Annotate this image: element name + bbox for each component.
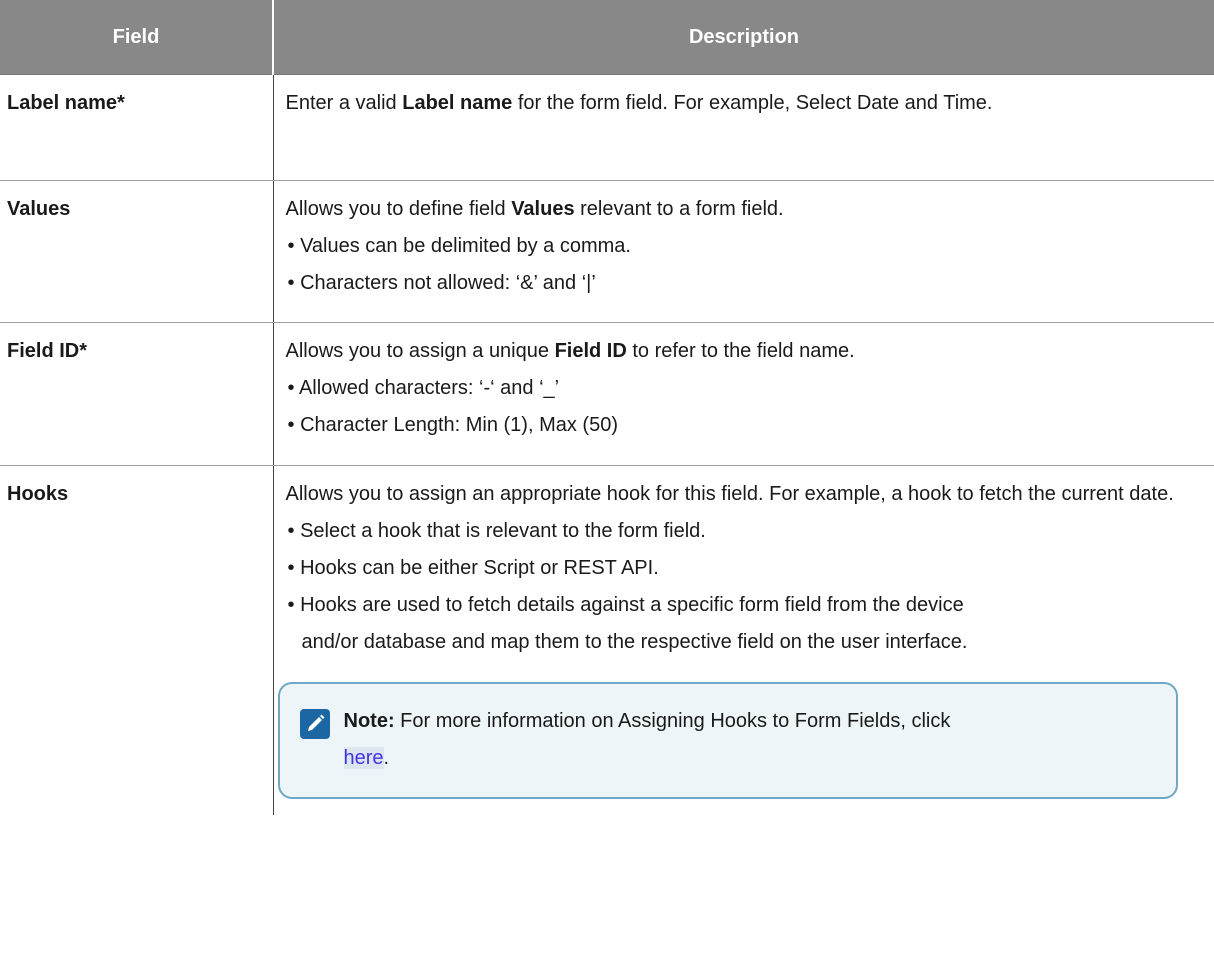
field-name: Hooks bbox=[0, 465, 274, 815]
note-box: Note: For more information on Assigning … bbox=[277, 682, 1178, 799]
header-row: Field Description bbox=[0, 0, 1214, 75]
table-row-hooks: Hooks Allows you to assign an appropriat… bbox=[0, 465, 1214, 816]
list-item: • Allowed characters: ‘-‘ and ‘_’ bbox=[287, 377, 560, 399]
description-intro: Allows you to assign a unique Field ID t… bbox=[285, 340, 855, 362]
pencil-note-icon bbox=[299, 709, 330, 739]
field-description: Allows you to define field Values releva… bbox=[273, 180, 1214, 323]
header-field: Field bbox=[0, 0, 274, 75]
list-item: • Character Length: Min (1), Max (50) bbox=[287, 414, 618, 436]
bullet-icon: • bbox=[287, 377, 295, 399]
list-item: • Hooks are used to fetch details agains… bbox=[287, 594, 968, 653]
fields-table: Field Description Label name* Enter a va… bbox=[0, 0, 1214, 815]
description-bold: Label name bbox=[402, 92, 513, 114]
list-item: • Select a hook that is relevant to the … bbox=[287, 520, 706, 542]
bullet-icon: • bbox=[287, 557, 295, 579]
description-text: Enter a valid bbox=[285, 92, 403, 114]
field-name: Label name* bbox=[0, 74, 274, 181]
table-row-values: Values Allows you to define field Values… bbox=[0, 180, 1214, 323]
bullet-icon: • bbox=[287, 594, 295, 616]
note-label: Note: bbox=[343, 710, 395, 732]
field-name: Values bbox=[0, 180, 274, 323]
list-item: • Hooks can be either Script or REST API… bbox=[287, 557, 659, 579]
description-intro: Allows you to define field Values releva… bbox=[285, 198, 784, 220]
description-text: for the form field. For example, Select … bbox=[512, 92, 993, 114]
list-item: • Characters not allowed: ‘&’ and ‘|’ bbox=[287, 272, 596, 294]
note-text: For more information on Assigning Hooks … bbox=[394, 710, 951, 732]
bullet-icon: • bbox=[287, 235, 295, 257]
bullet-icon: • bbox=[287, 520, 295, 542]
header-description: Description bbox=[273, 0, 1214, 75]
field-name: Field ID* bbox=[0, 322, 274, 466]
table-row-label-name: Label name* Enter a valid Label name for… bbox=[0, 74, 1214, 181]
field-description: Allows you to assign a unique Field ID t… bbox=[273, 322, 1214, 466]
description-bold: Field ID bbox=[554, 340, 627, 362]
description-intro: Allows you to assign an appropriate hook… bbox=[285, 483, 1174, 505]
list-item: • Values can be delimited by a comma. bbox=[287, 235, 632, 257]
description-bold: Values bbox=[511, 198, 575, 220]
bullet-icon: • bbox=[287, 272, 295, 294]
field-description: Enter a valid Label name for the form fi… bbox=[273, 74, 1214, 181]
field-description: Allows you to assign an appropriate hook… bbox=[273, 466, 1214, 816]
bullet-icon: • bbox=[287, 414, 295, 436]
table-row-field-id: Field ID* Allows you to assign a unique … bbox=[0, 322, 1214, 466]
here-link[interactable]: here bbox=[343, 747, 384, 769]
